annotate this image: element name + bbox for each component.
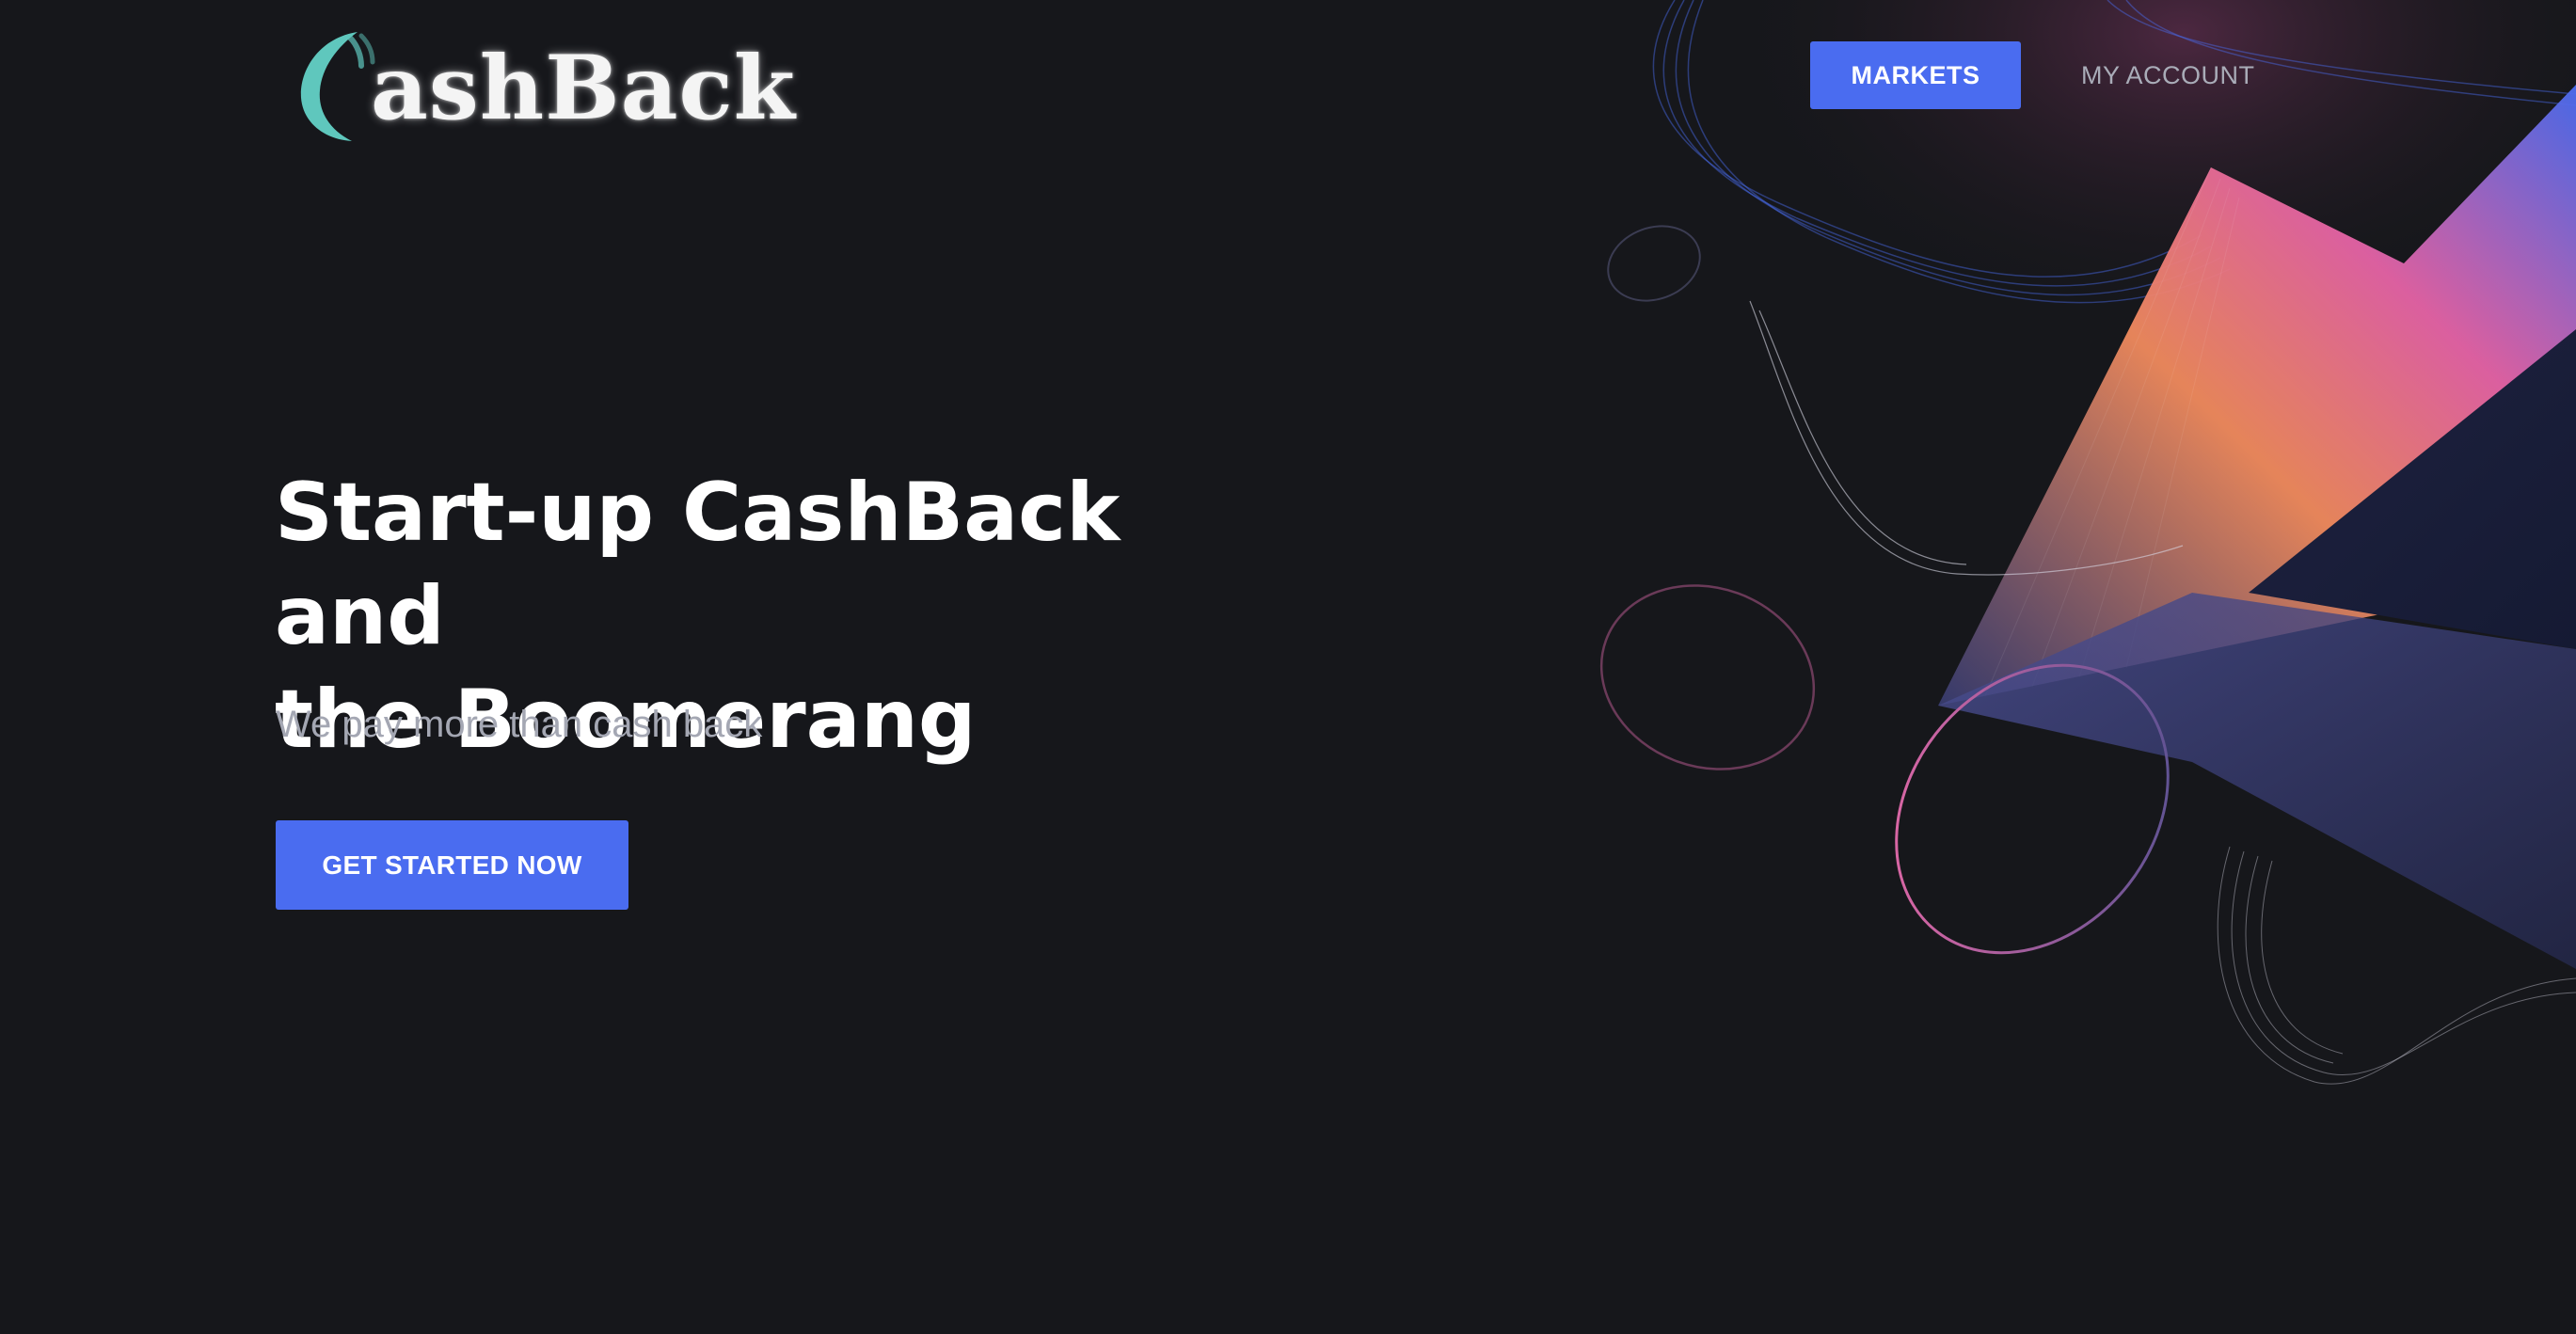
hero-subtitle: We pay more than cash back (276, 704, 763, 745)
hero-artwork (1543, 0, 2576, 1085)
top-nav: MARKETS MY ACCOUNT (1810, 41, 2255, 109)
landing-page: ashBack MARKETS MY ACCOUNT Start-up Cash… (0, 0, 2576, 1334)
my-account-link[interactable]: MY ACCOUNT (2081, 41, 2255, 109)
markets-button[interactable]: MARKETS (1810, 41, 2021, 109)
brand-logo[interactable]: ashBack (292, 19, 796, 151)
logo-text: ashBack (371, 37, 796, 140)
get-started-button[interactable]: GET STARTED NOW (276, 820, 628, 910)
boomerang-c-icon (300, 32, 375, 141)
hero-title-line-1: Start-up CashBack and (275, 466, 1121, 663)
